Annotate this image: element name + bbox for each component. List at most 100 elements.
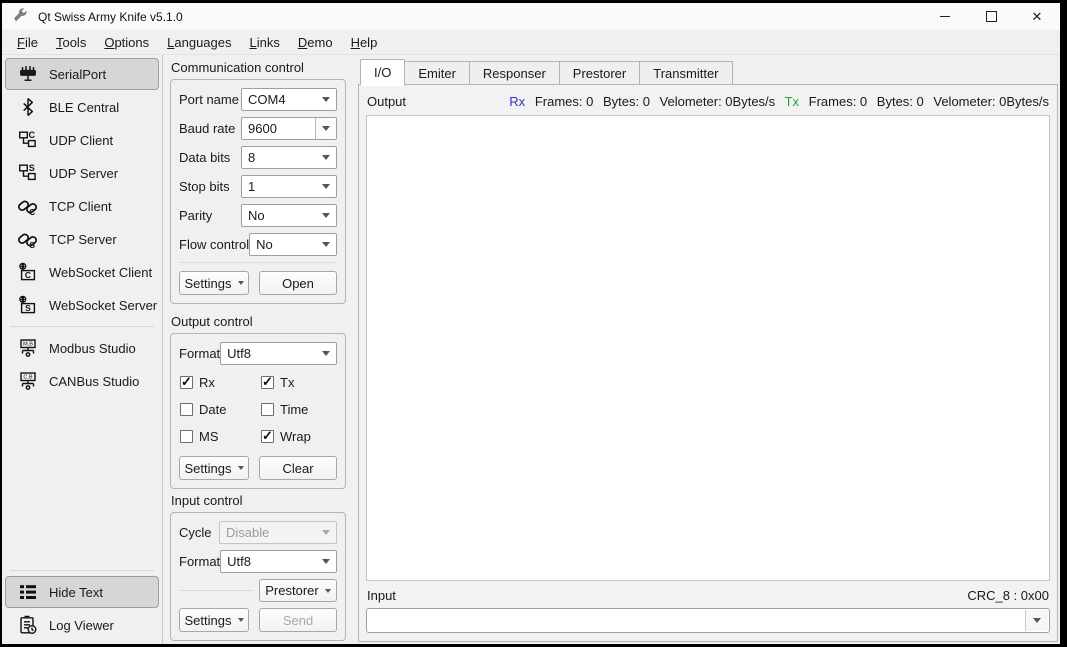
checkbox-label: Rx	[199, 375, 215, 390]
input-format-select[interactable]: Utf8	[220, 550, 337, 573]
chevron-down-icon	[322, 126, 330, 131]
checkbox-ms[interactable]: MS	[180, 429, 261, 443]
data-bits-select[interactable]: 8	[241, 146, 337, 169]
tab-emiter[interactable]: Emiter	[405, 61, 470, 85]
stop-bits-select[interactable]: 1	[241, 175, 337, 198]
stop-bits-value: 1	[248, 179, 322, 194]
sidebar-item-serialport[interactable]: SerialPort	[5, 58, 159, 90]
sidebar-item-udp-server[interactable]: S UDP Server	[5, 157, 159, 189]
cycle-label: Cycle	[179, 525, 212, 540]
udp-client-icon: C	[17, 130, 38, 151]
cycle-row: Cycle Disable	[179, 521, 337, 544]
output-checkbox-grid: Rx Tx Date Time MS Wrap	[180, 375, 337, 456]
checkbox-icon	[261, 403, 274, 416]
input-dropdown-button[interactable]	[1025, 610, 1048, 631]
tx-label: Tx	[785, 94, 799, 109]
log-viewer-button[interactable]: Log Viewer	[5, 609, 159, 641]
parity-select[interactable]: No	[241, 204, 337, 227]
minimize-button[interactable]	[922, 3, 968, 30]
sidebar-item-label: WebSocket Client	[49, 265, 152, 280]
checkbox-icon	[261, 376, 274, 389]
input-field[interactable]	[367, 613, 1024, 628]
output-settings-button[interactable]: Settings	[179, 456, 249, 480]
sidebar-item-udp-client[interactable]: C UDP Client	[5, 124, 159, 156]
flow-control-select[interactable]: No	[249, 233, 337, 256]
tab-label: Prestorer	[573, 66, 626, 81]
input-combobox[interactable]	[366, 608, 1050, 633]
baud-rate-label: Baud rate	[179, 121, 235, 136]
comm-settings-label: Settings	[185, 276, 232, 291]
flow-control-label: Flow control	[179, 237, 249, 252]
hide-text-button[interactable]: Hide Text	[5, 576, 159, 608]
list-icon	[17, 582, 38, 603]
parity-label: Parity	[179, 208, 212, 223]
checkbox-time[interactable]: Time	[261, 402, 308, 416]
menu-options[interactable]: Options	[95, 33, 158, 52]
maximize-button[interactable]	[968, 3, 1014, 30]
combo-dropdown-button[interactable]	[315, 118, 336, 139]
close-button[interactable]: ✕	[1014, 3, 1060, 30]
close-icon: ✕	[1032, 10, 1043, 23]
tab-prestorer[interactable]: Prestorer	[560, 61, 640, 85]
sidebar-item-canbus-studio[interactable]: C.B CANBus Studio	[5, 365, 159, 397]
output-settings-label: Settings	[185, 461, 232, 476]
maximize-icon	[986, 11, 997, 22]
sidebar-item-label: Log Viewer	[49, 618, 114, 633]
baud-rate-row: Baud rate 9600	[179, 117, 337, 140]
sidebar-item-label: CANBus Studio	[49, 374, 139, 389]
sidebar-item-modbus-studio[interactable]: M.B Modbus Studio	[5, 332, 159, 364]
prestorer-row: Prestorer	[179, 579, 337, 602]
checkbox-rx[interactable]: Rx	[180, 375, 261, 389]
checkbox-label: Time	[280, 402, 308, 417]
menu-tools[interactable]: Tools	[47, 33, 95, 52]
baud-rate-select[interactable]: 9600	[241, 117, 337, 140]
sidebar-item-label: Modbus Studio	[49, 341, 136, 356]
output-control-title: Output control	[171, 314, 346, 329]
udp-server-icon: S	[17, 163, 38, 184]
checkbox-date[interactable]: Date	[180, 402, 261, 416]
output-format-row: Format Utf8	[179, 342, 337, 365]
menu-languages[interactable]: Languages	[158, 33, 240, 52]
menu-help[interactable]: Help	[342, 33, 387, 52]
window-controls: ✕	[922, 3, 1060, 30]
port-name-select[interactable]: COM4	[241, 88, 337, 111]
tab-io[interactable]: I/O	[360, 59, 405, 86]
checkbox-tx[interactable]: Tx	[261, 375, 294, 389]
menu-file[interactable]: File	[8, 33, 47, 52]
middle-spacer	[170, 489, 346, 492]
menu-links[interactable]: Links	[241, 33, 289, 52]
clear-button[interactable]: Clear	[259, 456, 337, 480]
chevron-down-icon	[322, 97, 330, 102]
sidebar-item-websocket-client[interactable]: C WebSocket Client	[5, 256, 159, 288]
chevron-down-icon	[238, 618, 244, 622]
output-format-value: Utf8	[227, 346, 322, 361]
sidebar-item-websocket-server[interactable]: S WebSocket Server	[5, 289, 159, 321]
open-button[interactable]: Open	[259, 271, 337, 295]
sidebar-item-tcp-client[interactable]: C TCP Client	[5, 190, 159, 222]
stop-bits-row: Stop bits 1	[179, 175, 337, 198]
input-format-value: Utf8	[227, 554, 322, 569]
communication-buttons-row: Settings Open	[179, 271, 337, 295]
sidebar-item-tcp-server[interactable]: S TCP Server	[5, 223, 159, 255]
input-control-group: Cycle Disable Format Utf8 Prestorer	[170, 512, 346, 641]
comm-settings-button[interactable]: Settings	[179, 271, 249, 295]
sidebar-item-label: UDP Server	[49, 166, 118, 181]
minimize-icon	[940, 16, 950, 17]
prestorer-button[interactable]: Prestorer	[259, 579, 337, 602]
svg-text:C: C	[24, 270, 30, 280]
cycle-value: Disable	[226, 525, 322, 540]
sidebar-footer-divider	[10, 570, 154, 571]
sidebar-item-ble-central[interactable]: BLE Central	[5, 91, 159, 123]
wrench-icon	[12, 8, 29, 25]
checkbox-wrap[interactable]: Wrap	[261, 429, 311, 443]
output-format-select[interactable]: Utf8	[220, 342, 337, 365]
open-button-label: Open	[282, 276, 314, 291]
group-divider	[179, 262, 337, 263]
menu-demo[interactable]: Demo	[289, 33, 342, 52]
tab-responser[interactable]: Responser	[470, 61, 560, 85]
output-textarea[interactable]	[366, 115, 1050, 581]
input-settings-button[interactable]: Settings	[179, 608, 249, 632]
flow-control-value: No	[256, 237, 322, 252]
sidebar-divider	[10, 326, 154, 327]
tab-transmitter[interactable]: Transmitter	[640, 61, 732, 85]
